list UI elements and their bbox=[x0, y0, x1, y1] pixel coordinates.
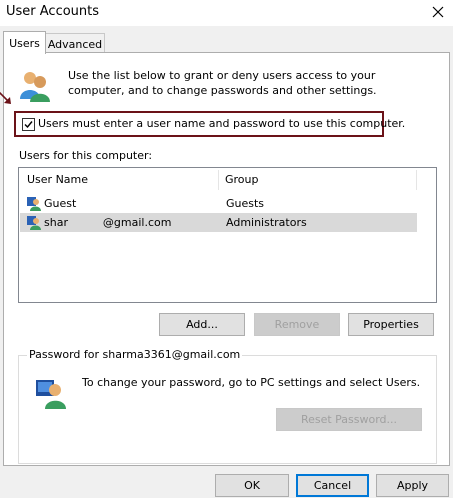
column-divider[interactable] bbox=[416, 170, 417, 190]
add-user-button-label: Add... bbox=[186, 318, 218, 331]
add-user-button[interactable]: Add... bbox=[159, 313, 245, 336]
users-tab-panel: Use the list below to grant or deny user… bbox=[0, 52, 450, 466]
user-name-cell: shar @gmail.com bbox=[44, 216, 172, 229]
user-icon bbox=[27, 216, 41, 230]
ok-button[interactable]: OK bbox=[215, 474, 289, 497]
apply-button[interactable]: Apply bbox=[376, 474, 449, 497]
require-login-label[interactable]: Users must enter a user name and passwor… bbox=[38, 117, 405, 130]
users-list-label: Users for this computer: bbox=[19, 149, 153, 162]
group-cell: Guests bbox=[226, 197, 265, 210]
users-icon bbox=[20, 72, 50, 102]
remove-user-button[interactable]: Remove bbox=[254, 313, 340, 336]
require-login-highlight: Users must enter a user name and passwor… bbox=[14, 111, 405, 137]
intro-text: Use the list below to grant or deny user… bbox=[68, 69, 377, 97]
password-group-title: Password for sharma3361@gmail.com bbox=[27, 348, 243, 361]
password-info-text: To change your password, go to PC settin… bbox=[82, 376, 421, 389]
close-icon bbox=[432, 6, 444, 18]
title-bar: User Accounts bbox=[0, 0, 453, 26]
properties-button[interactable]: Properties bbox=[348, 313, 434, 336]
user-name-cell: Guest bbox=[44, 197, 77, 210]
user-icon bbox=[27, 197, 41, 211]
users-list[interactable]: User Name Group Guest Guests shar @gmail… bbox=[18, 167, 437, 303]
require-login-checkbox[interactable] bbox=[22, 118, 35, 131]
properties-button-label: Properties bbox=[363, 318, 419, 331]
tab-users-label: Users bbox=[9, 36, 40, 50]
group-cell: Administrators bbox=[226, 216, 307, 229]
tab-users[interactable]: Users bbox=[3, 31, 46, 54]
user-password-icon bbox=[36, 380, 66, 409]
tab-advanced[interactable]: Advanced bbox=[45, 33, 105, 54]
reset-password-button-label: Reset Password... bbox=[300, 413, 398, 426]
apply-button-label: Apply bbox=[396, 479, 429, 492]
cancel-button[interactable]: Cancel bbox=[296, 474, 369, 497]
close-button[interactable] bbox=[423, 0, 453, 24]
table-row[interactable]: shar @gmail.com Administrators bbox=[20, 213, 417, 232]
ok-button-label: OK bbox=[244, 479, 260, 492]
arrow-pointer-icon bbox=[0, 91, 11, 104]
column-divider[interactable] bbox=[218, 170, 219, 190]
table-row[interactable]: Guest Guests bbox=[20, 194, 417, 213]
window-title: User Accounts bbox=[6, 4, 100, 19]
remove-user-button-label: Remove bbox=[274, 318, 320, 331]
column-header-user-name[interactable]: User Name bbox=[27, 173, 88, 186]
cancel-button-label: Cancel bbox=[313, 479, 352, 492]
password-group: Password for sharma3361@gmail.com To cha… bbox=[18, 348, 437, 464]
tab-advanced-label: Advanced bbox=[47, 37, 103, 51]
reset-password-button[interactable]: Reset Password... bbox=[276, 408, 422, 431]
column-header-group[interactable]: Group bbox=[225, 173, 259, 186]
checkmark-icon bbox=[24, 121, 33, 129]
